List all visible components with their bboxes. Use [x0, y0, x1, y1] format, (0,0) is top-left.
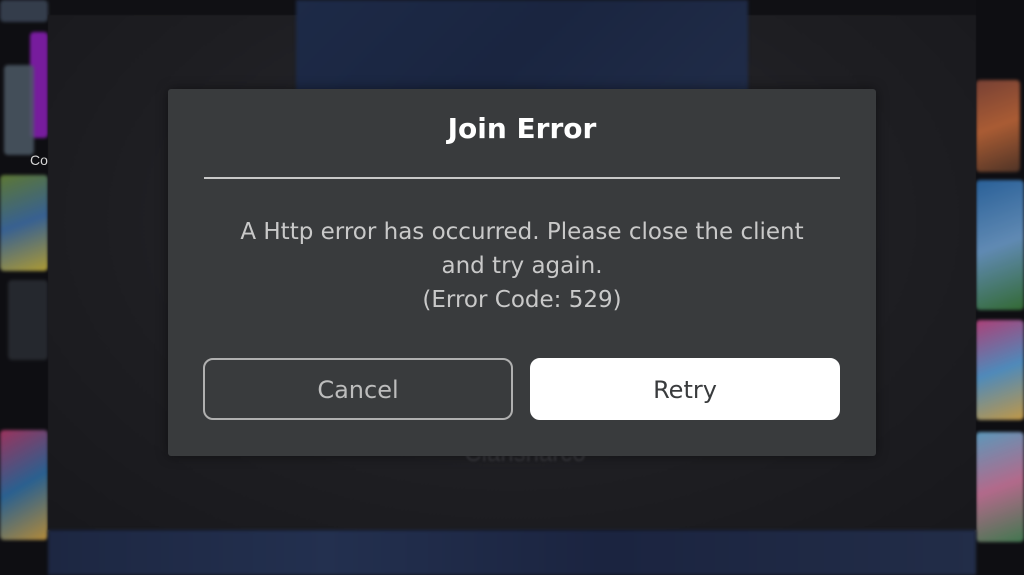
game-thumbnail[interactable] — [0, 175, 48, 271]
error-message-line-2: and try again. — [441, 253, 603, 279]
retry-button[interactable]: Retry — [530, 358, 840, 420]
game-thumbnail[interactable] — [8, 280, 48, 360]
error-code: (Error Code: 529) — [422, 287, 622, 313]
game-screen: Co Clarisharco Join Error A Http error h… — [0, 0, 1024, 575]
right-game-carousel — [976, 0, 1024, 575]
game-thumbnail[interactable] — [0, 0, 48, 22]
left-game-carousel — [0, 0, 48, 575]
game-thumbnail[interactable] — [976, 320, 1024, 420]
error-message-line-1: A Http error has occurred. Please close … — [240, 219, 804, 245]
dialog-title: Join Error — [447, 112, 597, 145]
game-thumbnail[interactable] — [976, 432, 1024, 542]
cancel-button[interactable]: Cancel — [203, 358, 513, 420]
game-thumbnail[interactable] — [976, 180, 1024, 310]
title-divider — [204, 177, 840, 179]
game-footer-image — [48, 530, 976, 575]
game-thumbnail[interactable] — [0, 430, 48, 540]
obscured-category-label: Co — [30, 152, 48, 168]
game-banner-image — [296, 0, 748, 92]
error-message: A Http error has occurred. Please close … — [204, 215, 840, 317]
